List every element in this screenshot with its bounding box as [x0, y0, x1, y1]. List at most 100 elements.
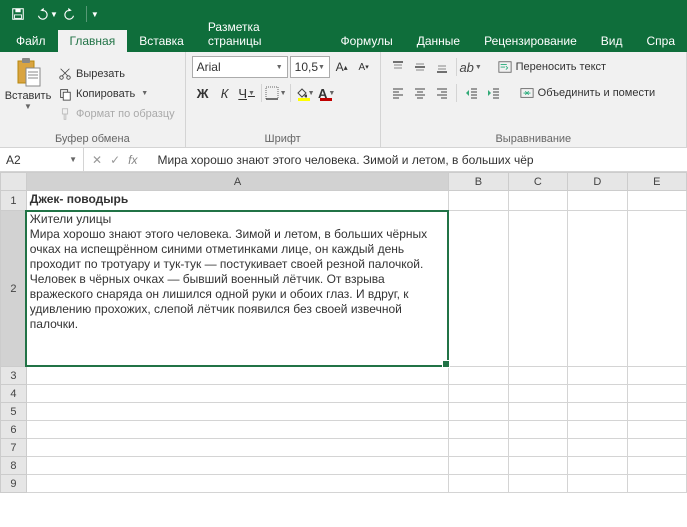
tab-данные[interactable]: Данные — [405, 30, 472, 52]
border-button[interactable]: ▼ — [265, 82, 287, 104]
cell-B7[interactable] — [449, 439, 508, 457]
align-middle-button[interactable] — [409, 56, 431, 78]
align-left-button[interactable] — [387, 82, 409, 104]
decrease-font-button[interactable]: A▾ — [354, 56, 374, 78]
tab-file[interactable]: Файл — [4, 30, 58, 52]
cell-B8[interactable] — [449, 457, 508, 475]
font-name-select[interactable]: Arial▼ — [192, 56, 288, 78]
cell-C8[interactable] — [508, 457, 567, 475]
cell-B9[interactable] — [449, 475, 508, 493]
fx-button[interactable]: fx — [128, 153, 143, 167]
cell-E7[interactable] — [627, 439, 686, 457]
cell-D9[interactable] — [568, 475, 627, 493]
cell-B5[interactable] — [449, 403, 508, 421]
cell-E8[interactable] — [627, 457, 686, 475]
tab-формулы[interactable]: Формулы — [329, 30, 405, 52]
cell-B1[interactable] — [449, 191, 508, 211]
cell-A4[interactable] — [26, 385, 448, 403]
cut-button[interactable]: Вырезать — [54, 65, 179, 83]
cell-E5[interactable] — [627, 403, 686, 421]
row-header-1[interactable]: 1 — [1, 191, 27, 211]
row-header-9[interactable]: 9 — [1, 475, 27, 493]
tab-разметка страницы[interactable]: Разметка страницы — [196, 16, 329, 52]
cell-C3[interactable] — [508, 367, 567, 385]
undo-dropdown[interactable]: ▼ — [50, 10, 58, 19]
tab-вставка[interactable]: Вставка — [127, 30, 196, 52]
column-header-A[interactable]: A — [26, 173, 448, 191]
font-size-select[interactable]: 10,5▼ — [290, 56, 330, 78]
cell-D1[interactable] — [568, 191, 627, 211]
align-bottom-button[interactable] — [431, 56, 453, 78]
cell-D5[interactable] — [568, 403, 627, 421]
align-right-button[interactable] — [431, 82, 453, 104]
cell-C4[interactable] — [508, 385, 567, 403]
cell-A5[interactable] — [26, 403, 448, 421]
row-header-4[interactable]: 4 — [1, 385, 27, 403]
italic-button[interactable]: К — [214, 82, 236, 104]
row-header-5[interactable]: 5 — [1, 403, 27, 421]
increase-indent-button[interactable] — [482, 82, 504, 104]
column-header-C[interactable]: C — [508, 173, 567, 191]
cell-A7[interactable] — [26, 439, 448, 457]
cell-D7[interactable] — [568, 439, 627, 457]
row-header-3[interactable]: 3 — [1, 367, 27, 385]
cell-B2[interactable] — [449, 211, 508, 367]
fill-color-button[interactable]: ▼ — [294, 82, 316, 104]
decrease-indent-button[interactable] — [460, 82, 482, 104]
cell-A3[interactable] — [26, 367, 448, 385]
column-header-B[interactable]: B — [449, 173, 508, 191]
cell-E1[interactable] — [627, 191, 686, 211]
qat-customize[interactable]: ▼ — [91, 10, 99, 19]
align-top-button[interactable] — [387, 56, 409, 78]
cell-C1[interactable] — [508, 191, 567, 211]
cell-B6[interactable] — [449, 421, 508, 439]
cell-A1[interactable]: Джек- поводырь — [26, 191, 448, 211]
cell-C5[interactable] — [508, 403, 567, 421]
row-header-8[interactable]: 8 — [1, 457, 27, 475]
formula-bar[interactable]: Мира хорошо знают этого человека. Зимой … — [151, 153, 687, 167]
cell-A6[interactable] — [26, 421, 448, 439]
cell-E6[interactable] — [627, 421, 686, 439]
underline-button[interactable]: Ч▼ — [236, 82, 258, 104]
wrap-text-button[interactable]: Переносить текст — [494, 58, 610, 76]
bold-button[interactable]: Ж — [192, 82, 214, 104]
cell-E4[interactable] — [627, 385, 686, 403]
cell-D4[interactable] — [568, 385, 627, 403]
cell-C2[interactable] — [508, 211, 567, 367]
cell-E3[interactable] — [627, 367, 686, 385]
row-header-6[interactable]: 6 — [1, 421, 27, 439]
align-center-button[interactable] — [409, 82, 431, 104]
copy-button[interactable]: Копировать ▼ — [54, 85, 179, 103]
increase-font-button[interactable]: A▴ — [332, 56, 352, 78]
column-header-D[interactable]: D — [568, 173, 627, 191]
paste-button[interactable]: Вставить ▼ — [6, 56, 50, 131]
cell-C6[interactable] — [508, 421, 567, 439]
cell-D3[interactable] — [568, 367, 627, 385]
redo-button[interactable] — [58, 2, 82, 26]
row-header-7[interactable]: 7 — [1, 439, 27, 457]
name-box[interactable]: A2▼ — [0, 148, 84, 171]
cell-B3[interactable] — [449, 367, 508, 385]
cell-E9[interactable] — [627, 475, 686, 493]
orientation-button[interactable]: ab▼ — [460, 56, 482, 78]
cancel-edit-button[interactable]: ✕ — [92, 153, 102, 167]
cell-A2[interactable]: Жители улицы Мира хорошо знают этого чел… — [26, 211, 448, 367]
save-button[interactable] — [6, 2, 30, 26]
cell-A9[interactable] — [26, 475, 448, 493]
cell-D2[interactable] — [568, 211, 627, 367]
confirm-edit-button[interactable]: ✓ — [110, 153, 120, 167]
select-all-corner[interactable] — [1, 173, 27, 191]
cell-B4[interactable] — [449, 385, 508, 403]
cell-C7[interactable] — [508, 439, 567, 457]
spreadsheet-grid[interactable]: ABCDE 1Джек- поводырь2Жители улицы Мира … — [0, 172, 687, 493]
tab-рецензирование[interactable]: Рецензирование — [472, 30, 589, 52]
font-color-button[interactable]: А▼ — [316, 82, 338, 104]
column-header-E[interactable]: E — [627, 173, 686, 191]
tab-спра[interactable]: Спра — [634, 30, 687, 52]
row-header-2[interactable]: 2 — [1, 211, 27, 367]
cell-A8[interactable] — [26, 457, 448, 475]
tab-вид[interactable]: Вид — [589, 30, 635, 52]
merge-button[interactable]: Объединить и помести — [516, 84, 660, 102]
cell-D6[interactable] — [568, 421, 627, 439]
cell-E2[interactable] — [627, 211, 686, 367]
